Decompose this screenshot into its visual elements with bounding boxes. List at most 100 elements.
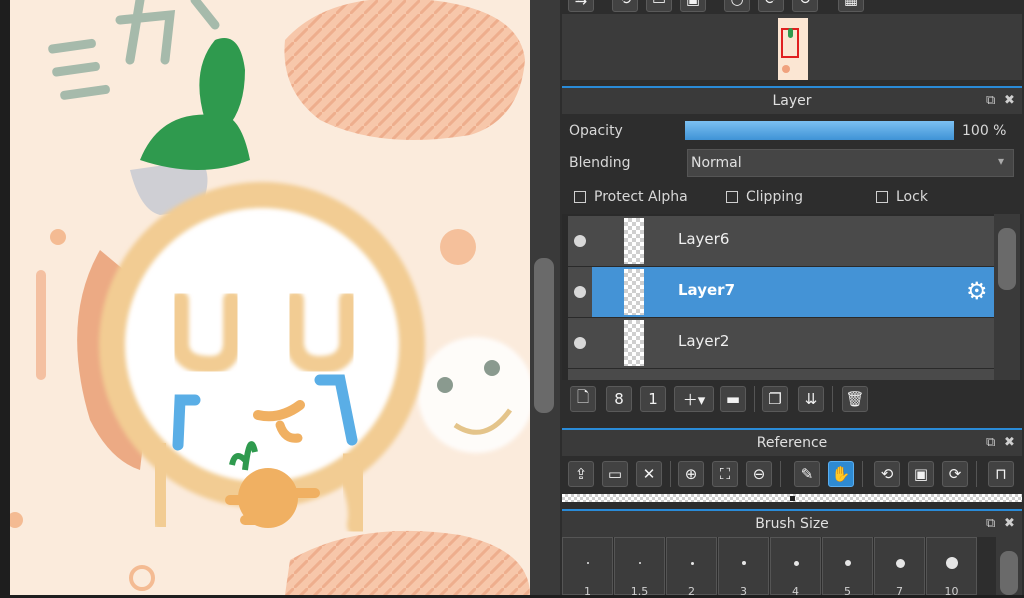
brush-size-value: 1 [584,585,591,598]
toolbar-divider [670,461,671,487]
duplicate-layer-icon[interactable]: ❐ [762,386,788,412]
new-layer-icon[interactable]: 🗋 [570,386,596,412]
lock-icon[interactable]: ⊓ [988,461,1014,487]
visibility-icon[interactable] [574,235,586,247]
canvas-scrollbar[interactable] [530,0,560,595]
brush-size-value: 2 [688,585,695,598]
brush-size-scrollbar[interactable] [996,537,1022,595]
brush-size-cell[interactable]: 1 [562,537,613,598]
protect-alpha-checkbox[interactable] [574,191,586,203]
rotate-left-icon[interactable]: ⟲ [874,461,900,487]
opacity-slider-fill [685,121,954,140]
blending-label: Blending [569,155,631,171]
close-icon[interactable]: ✕ [636,461,662,487]
upload-icon[interactable]: ⇪ [568,461,594,487]
visibility-icon[interactable] [574,286,586,298]
actual-size-icon[interactable]: ▣ [680,0,706,12]
rotate-left-icon[interactable]: ⟲ [612,0,638,12]
panel-close-icon[interactable]: ✖ [1004,430,1015,456]
brush-size-dot [793,560,799,566]
reference-marker [790,496,795,501]
opacity-label: Opacity [569,123,623,139]
add-layer-menu-icon[interactable]: ＋▾ [674,386,714,412]
brush-size-cell[interactable]: 4 [770,537,821,598]
brush-size-panel-header: Brush Size ⧉ ✖ [562,509,1022,537]
reference-image-area[interactable] [562,494,1022,502]
trash-icon[interactable]: 🗑 [842,386,868,412]
toolbar-divider [862,461,863,487]
rotate-right-icon[interactable]: ⟳ [942,461,968,487]
panel-float-icon[interactable]: ⧉ [986,511,995,537]
rotate-right-icon[interactable]: ↻ [792,0,818,12]
canvas-scrollbar-thumb[interactable] [534,258,554,413]
rotate-icon[interactable]: ⟳ [758,0,784,12]
gear-icon[interactable]: ⚙ [966,277,988,305]
merge-down-icon[interactable]: ⇊ [798,386,824,412]
layer-list-scrollbar-thumb[interactable] [998,228,1016,290]
clipping-label: Clipping [746,189,803,205]
layer-thumbnail [624,320,644,366]
layer-name: Layer6 [678,230,730,248]
folder-icon[interactable]: ▬ [720,386,746,412]
blending-selected-value: Normal [691,155,742,171]
panel-float-icon[interactable]: ⧉ [986,88,995,114]
eyedropper-icon[interactable]: ✎ [794,461,820,487]
brush-size-value: 7 [896,585,903,598]
navigator-preview[interactable] [562,14,1022,80]
brush-size-dot [639,562,641,564]
layer-list: Layer6 Layer7 ⚙ Layer2 [562,214,1022,380]
brush-size-scrollbar-thumb[interactable] [1000,551,1018,595]
brush-size-dot [587,562,589,564]
visibility-icon[interactable] [574,337,586,349]
layer-name: Layer7 [678,281,736,299]
right-panel: ⇆ ⟲ ▭ ▣ ○ ⟳ ↻ ▦ Layer ⧉ ✖ Opacity 100 % … [560,0,1024,598]
layer-row[interactable]: Layer2 [568,318,994,368]
grid-icon[interactable]: ▦ [838,0,864,12]
zoom-in-icon[interactable]: ⊕ [678,461,704,487]
flip-icon[interactable]: ⇆ [568,0,594,12]
chevron-down-icon: ▾ [998,154,1005,168]
brush-size-dot [895,558,905,568]
layer-list-scrollbar[interactable] [994,214,1020,380]
fit-screen-icon[interactable]: ⛶ [712,461,738,487]
zoom-out-icon[interactable]: ⊖ [746,461,772,487]
drawing-canvas[interactable]: ミ カ [0,0,530,595]
reference-toolbar: ⇪ ▭ ✕ ⊕ ⛶ ⊖ ✎ ✋ ⟲ ▣ ⟳ ⊓ [562,456,1022,494]
panel-float-icon[interactable]: ⧉ [986,430,995,456]
thumb-dot [782,65,790,73]
brush-size-cell[interactable]: 1.5 [614,537,665,598]
thumb-leaf [788,28,793,38]
layer-row[interactable]: Layer6 [568,216,994,266]
brush-size-cell[interactable]: 5 [822,537,873,598]
zoom-reset-icon[interactable]: ○ [724,0,750,12]
opacity-slider[interactable] [685,121,954,140]
blending-select[interactable]: Normal ▾ [687,149,1014,177]
hand-icon[interactable]: ✋ [828,461,854,487]
opacity-value: 100 % [962,123,1007,139]
layer-thumbnail [624,269,644,315]
open-folder-icon[interactable]: ▭ [602,461,628,487]
lock-checkbox[interactable] [876,191,888,203]
layer-selection-highlight [592,267,994,317]
protect-alpha-label: Protect Alpha [594,189,688,205]
brush-size-value: 3 [740,585,747,598]
reset-view-icon[interactable]: ▣ [908,461,934,487]
new-8bit-layer-icon[interactable]: 8 [606,386,632,412]
fit-icon[interactable]: ▭ [646,0,672,12]
new-1bit-layer-icon[interactable]: 1 [640,386,666,412]
panel-close-icon[interactable]: ✖ [1004,511,1015,537]
panel-close-icon[interactable]: ✖ [1004,88,1015,114]
clipping-checkbox[interactable] [726,191,738,203]
layer-thumbnail [624,218,644,264]
reference-panel-title: Reference [756,435,828,451]
layer-row-selected[interactable]: Layer7 ⚙ [568,267,994,317]
brush-size-cell[interactable]: 7 [874,537,925,598]
toolbar-divider [976,461,977,487]
brush-size-value: 5 [844,585,851,598]
brush-size-value: 1.5 [630,585,649,598]
brush-size-cell[interactable]: 10 [926,537,977,598]
brush-size-cell[interactable]: 2 [666,537,717,598]
brush-size-cell[interactable]: 3 [718,537,769,598]
layer-row[interactable] [568,369,994,380]
brush-size-value: 10 [944,585,959,598]
